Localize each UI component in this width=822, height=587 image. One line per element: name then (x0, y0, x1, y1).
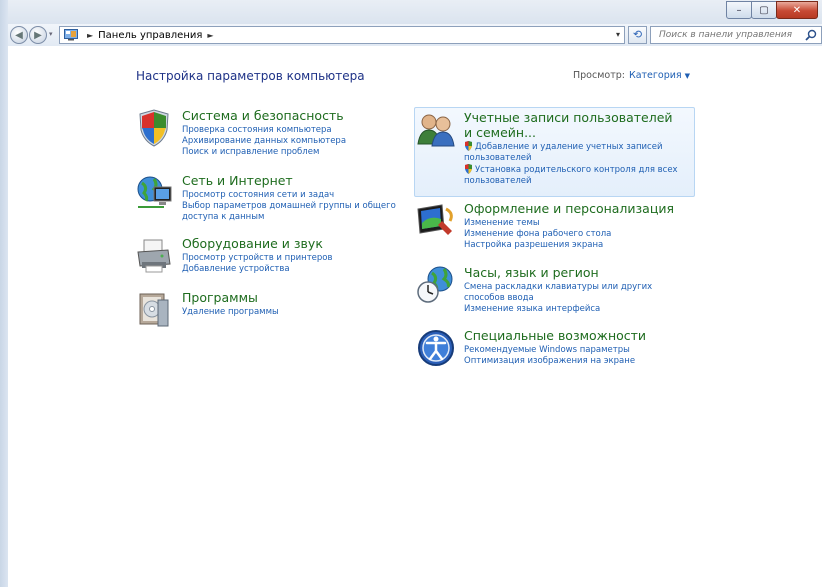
view-selector: Просмотр: Категория ▼ (573, 70, 690, 81)
category-links: Рекомендуемые Windows параметры Оптимиза… (464, 345, 704, 367)
category-title[interactable]: Специальные возможности (464, 328, 646, 343)
task-link[interactable]: Выбор параметров домашней группы и общег… (182, 201, 404, 223)
display-icon (417, 204, 453, 235)
category-title[interactable]: Оборудование и звук (182, 236, 323, 251)
category-title[interactable]: Система и безопасность (182, 108, 344, 123)
task-link[interactable]: Рекомендуемые Windows параметры (464, 345, 704, 356)
task-link[interactable]: Поиск и исправление проблем (182, 147, 422, 158)
category-title[interactable]: Программы (182, 290, 258, 305)
accessibility-icon (418, 330, 454, 366)
category-links: Добавление и удаление учетных записей по… (464, 141, 689, 187)
view-caret-icon[interactable]: ▼ (685, 72, 690, 80)
task-link[interactable]: Просмотр устройств и принтеров (182, 253, 422, 264)
task-link[interactable]: Изменение темы (464, 218, 704, 229)
minimize-button[interactable]: – (726, 1, 752, 19)
search-icon[interactable] (805, 29, 817, 41)
window-controls: – ▢ ✕ (726, 1, 818, 19)
task-link[interactable]: Просмотр состояния сети и задач (182, 190, 404, 201)
category-links: Проверка состояния компьютера Архивирова… (182, 125, 422, 158)
navigation-bar: ◀ ▶ ▾ ► Панель управления ► ▾ ⟲ (8, 24, 822, 46)
network-globe-icon (137, 176, 172, 208)
category-links: Удаление программы (182, 307, 422, 318)
category-title[interactable]: Учетные записи пользователей и семейн... (464, 110, 684, 140)
control-panel-icon (64, 29, 78, 41)
recent-pages-dropdown[interactable]: ▾ (49, 30, 53, 38)
shield-icon (139, 109, 169, 147)
close-button[interactable]: ✕ (776, 1, 818, 19)
category-links: Просмотр устройств и принтеров Добавлени… (182, 253, 422, 275)
search-box[interactable] (650, 26, 822, 44)
task-link[interactable]: Архивирование данных компьютера (182, 136, 422, 147)
back-button[interactable]: ◀ (10, 26, 28, 44)
task-link[interactable]: Удаление программы (182, 307, 422, 318)
task-link[interactable]: Настройка разрешения экрана (464, 240, 704, 251)
uac-shield-icon (465, 164, 472, 174)
category-links: Изменение темы Изменение фона рабочего с… (464, 218, 704, 251)
address-bar[interactable]: ► Панель управления ► ▾ (59, 26, 625, 44)
category-links: Просмотр состояния сети и задач Выбор па… (182, 190, 404, 223)
refresh-button[interactable]: ⟲ (628, 26, 647, 44)
breadcrumb-control-panel[interactable]: Панель управления (98, 30, 202, 41)
task-link[interactable]: Оптимизация изображения на экране (464, 356, 704, 367)
task-link[interactable]: Добавление и удаление учетных записей по… (464, 141, 689, 164)
task-link[interactable]: Изменение языка интерфейса (464, 304, 659, 315)
task-link[interactable]: Изменение фона рабочего стола (464, 229, 704, 240)
task-link[interactable]: Проверка состояния компьютера (182, 125, 422, 136)
printer-icon (137, 239, 171, 273)
title-bar: – ▢ ✕ (0, 0, 822, 24)
view-category-link[interactable]: Категория (629, 70, 682, 81)
maximize-button[interactable]: ▢ (751, 1, 777, 19)
breadcrumb-separator: ► (87, 30, 94, 40)
category-title[interactable]: Сеть и Интернет (182, 173, 293, 188)
window-frame (0, 0, 8, 587)
page-title: Настройка параметров компьютера (136, 69, 365, 83)
address-dropdown-button[interactable]: ▾ (616, 30, 620, 39)
category-title[interactable]: Часы, язык и регион (464, 265, 599, 280)
users-icon (417, 114, 455, 147)
forward-button[interactable]: ▶ (29, 26, 47, 44)
task-link-text[interactable]: Установка родительского контроля для все… (464, 165, 678, 186)
task-link[interactable]: Установка родительского контроля для все… (464, 164, 689, 187)
task-link-text[interactable]: Добавление и удаление учетных записей по… (464, 142, 662, 163)
main-content: Настройка параметров компьютера Просмотр… (8, 46, 822, 587)
view-label: Просмотр: (573, 70, 625, 81)
uac-shield-icon (465, 141, 472, 151)
category-title[interactable]: Оформление и персонализация (464, 201, 674, 216)
search-input[interactable] (659, 30, 799, 40)
programs-icon (139, 293, 169, 327)
category-links: Смена раскладки клавиатуры или других сп… (464, 282, 659, 315)
task-link[interactable]: Добавление устройства (182, 264, 422, 275)
task-link[interactable]: Смена раскладки клавиатуры или других сп… (464, 282, 659, 304)
breadcrumb-separator-end[interactable]: ► (207, 31, 213, 40)
clock-globe-icon (417, 266, 453, 303)
